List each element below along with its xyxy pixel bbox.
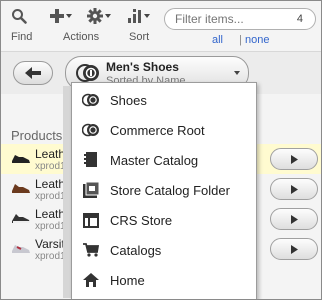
sort-tool[interactable]: Sort bbox=[128, 5, 150, 43]
chevron-down-icon bbox=[66, 14, 72, 18]
shoe-thumbnail-icon bbox=[12, 214, 30, 223]
catalog-disc-icon bbox=[82, 92, 100, 108]
filter-input[interactable] bbox=[175, 12, 285, 26]
open-item-button[interactable] bbox=[270, 208, 318, 230]
menu-item-shoes[interactable]: Shoes bbox=[72, 85, 256, 115]
gear-icon bbox=[87, 8, 103, 24]
open-item-button[interactable] bbox=[270, 238, 318, 260]
chevron-down-icon bbox=[234, 71, 240, 75]
folder-icon bbox=[82, 182, 100, 198]
breadcrumb-title: Men's Shoes bbox=[106, 60, 179, 74]
find-tool[interactable]: Find bbox=[11, 5, 32, 43]
menu-item-store-catalog-folder[interactable]: Store Catalog Folder bbox=[72, 175, 256, 205]
product-sku: xprod1 bbox=[35, 221, 66, 232]
menu-item-catalogs[interactable]: Catalogs bbox=[72, 235, 256, 265]
sort-icon bbox=[128, 9, 141, 23]
section-heading: Products bbox=[11, 128, 63, 143]
catalog-disc-icon bbox=[82, 122, 100, 138]
link-separator: | bbox=[239, 34, 242, 46]
filter-count: 4 bbox=[296, 13, 303, 25]
chevron-down-icon bbox=[105, 14, 111, 18]
toolbar: Find Actions Sort Filter items... 4 all … bbox=[1, 1, 321, 51]
menu-item-label: Shoes bbox=[110, 93, 147, 108]
select-none-link[interactable]: none bbox=[245, 34, 269, 46]
menu-item-label: Home bbox=[110, 273, 145, 288]
play-arrow-icon bbox=[290, 154, 298, 164]
play-arrow-icon bbox=[290, 184, 298, 194]
menu-item-label: Commerce Root bbox=[110, 123, 205, 138]
cart-icon bbox=[82, 242, 100, 258]
home-icon bbox=[82, 272, 100, 288]
plus-icon bbox=[50, 9, 64, 23]
shoe-thumbnail-icon bbox=[12, 184, 30, 193]
chevron-down-icon bbox=[144, 14, 150, 18]
open-item-button[interactable] bbox=[270, 178, 318, 200]
filter-field[interactable]: 4 bbox=[164, 8, 316, 30]
menu-item-label: Master Catalog bbox=[110, 153, 199, 168]
product-sku: xprod1 bbox=[35, 161, 66, 172]
product-sku: xprod1 bbox=[35, 191, 66, 202]
shoe-thumbnail-icon bbox=[12, 155, 30, 163]
menu-item-label: Catalogs bbox=[110, 243, 162, 258]
catalog-book-icon bbox=[82, 152, 100, 168]
shoe-thumbnail-icon bbox=[12, 245, 30, 253]
catalog-path-menu: Shoes Commerce Root Master Catalog Store… bbox=[71, 82, 257, 299]
play-arrow-icon bbox=[290, 244, 298, 254]
menu-item-label: CRS Store bbox=[110, 213, 173, 228]
sort-label: Sort bbox=[129, 31, 150, 43]
catalog-disc-icon bbox=[76, 64, 99, 82]
play-arrow-icon bbox=[290, 214, 298, 224]
menu-item-crs-store[interactable]: CRS Store bbox=[72, 205, 256, 235]
menu-item-label: Store Catalog Folder bbox=[110, 183, 230, 198]
app-window: Find Actions Sort Filter items... 4 all … bbox=[0, 0, 322, 300]
product-sku: xprod1 bbox=[35, 251, 66, 262]
open-item-button[interactable] bbox=[270, 148, 318, 170]
select-all-link[interactable]: all bbox=[212, 34, 223, 46]
find-label: Find bbox=[11, 31, 33, 43]
menu-item-master-catalog[interactable]: Master Catalog bbox=[72, 145, 256, 175]
back-button[interactable] bbox=[13, 61, 53, 85]
arrow-left-icon bbox=[25, 67, 41, 79]
menu-item-commerce-root[interactable]: Commerce Root bbox=[72, 115, 256, 145]
search-icon bbox=[12, 9, 27, 24]
popup-pointer-bar bbox=[63, 86, 71, 298]
store-window-icon bbox=[82, 212, 100, 228]
actions-label: Actions bbox=[63, 31, 100, 43]
gear-menu[interactable] bbox=[87, 5, 111, 27]
menu-item-home[interactable]: Home bbox=[72, 265, 256, 295]
